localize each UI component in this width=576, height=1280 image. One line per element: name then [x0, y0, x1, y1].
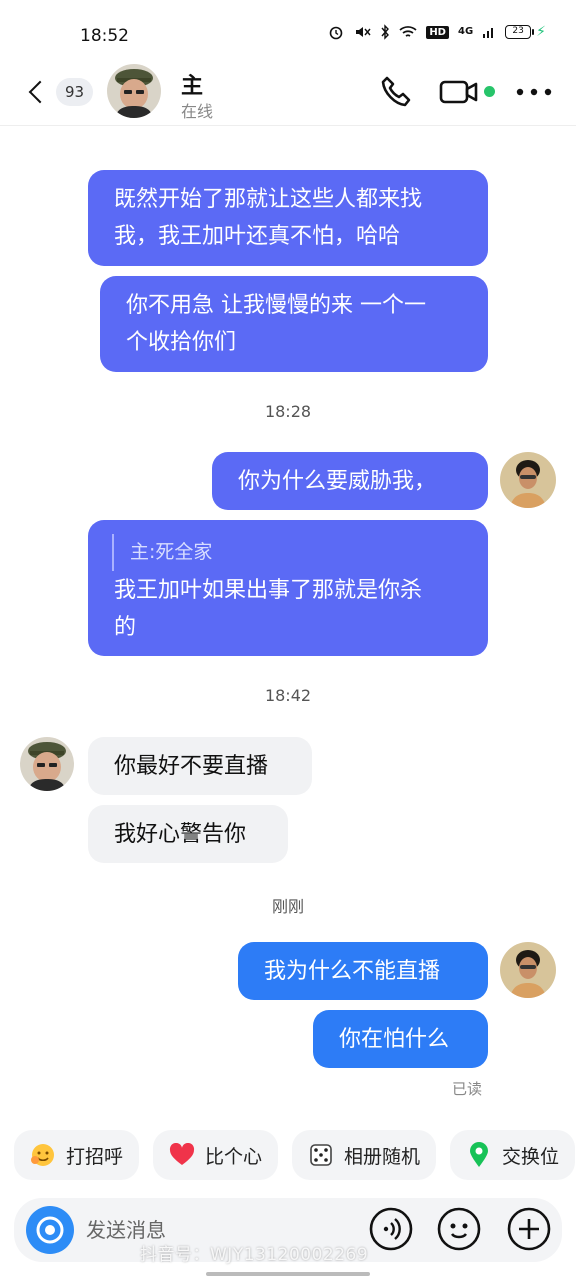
battery-level: 23 [505, 25, 532, 39]
voice-call-button[interactable] [378, 74, 414, 110]
message-bubble[interactable]: 你最好不要直播 [88, 737, 312, 795]
dice-icon [308, 1142, 334, 1168]
alarm-icon [330, 26, 343, 40]
camera-button[interactable] [26, 1206, 74, 1254]
contact-name: 主 [181, 74, 204, 99]
message-bubble[interactable]: 你在怕什么 [313, 1010, 488, 1068]
read-receipt: 已读 [452, 1080, 483, 1098]
heart-icon [169, 1142, 195, 1168]
message-bubble[interactable]: 你为什么要威胁我， [212, 452, 488, 510]
quick-actions: 打招呼 比个心 相册随机 交换位 [14, 1130, 576, 1180]
chip-send-heart[interactable]: 比个心 [153, 1130, 279, 1180]
smiley-icon [437, 1207, 481, 1251]
voice-wave-icon [369, 1207, 413, 1251]
message-bubble[interactable]: 你不用急 让我慢慢的来 一个一 个收拾你们 [100, 276, 488, 372]
chip-say-hello[interactable]: 打招呼 [14, 1130, 140, 1180]
network-type: 4G [457, 26, 474, 37]
status-bar: 18:52 HD 4G 23 ⚡ [0, 0, 576, 62]
charging-icon: ⚡ [536, 24, 546, 40]
battery-icon: 23 ⚡ [505, 24, 546, 40]
unread-count-badge: 93 [56, 78, 94, 106]
contact-avatar[interactable] [107, 64, 161, 118]
more-dots-icon [516, 88, 552, 96]
chip-exchange-location[interactable]: 交换位 [450, 1130, 576, 1180]
camera-icon [36, 1216, 64, 1244]
status-icons: HD 4G 23 ⚡ [328, 24, 546, 40]
signal-icon [483, 28, 494, 38]
add-attachment-button[interactable] [506, 1206, 552, 1252]
video-camera-icon [439, 80, 478, 104]
wave-emoji-icon [30, 1142, 56, 1168]
my-avatar[interactable] [500, 452, 556, 508]
home-indicator [206, 1272, 370, 1276]
message-bubble[interactable]: 既然开始了那就让这些人都来找 我，我王加叶还真不怕，哈哈 [88, 170, 488, 266]
timestamp: 18:42 [264, 686, 312, 705]
voice-message-button[interactable] [368, 1206, 414, 1252]
my-avatar[interactable] [500, 942, 556, 998]
contact-avatar[interactable] [20, 737, 74, 791]
timestamp: 刚刚 [271, 897, 304, 916]
location-pin-icon [466, 1142, 492, 1168]
mute-icon [356, 27, 371, 37]
online-dot [484, 86, 495, 97]
timestamp: 18:28 [264, 402, 312, 421]
bluetooth-icon [381, 24, 390, 40]
video-call-button[interactable] [438, 76, 480, 108]
emoji-button[interactable] [436, 1206, 482, 1252]
more-options-button[interactable] [514, 78, 554, 106]
quoted-reply: 主:死全家 [112, 534, 212, 571]
chip-random-album[interactable]: 相册随机 [292, 1130, 437, 1180]
douyin-watermark: 抖音号：WJY13120002269 [140, 1245, 369, 1265]
status-time: 18:52 [80, 26, 129, 46]
message-bubble[interactable]: 我好心警告你 [88, 805, 288, 863]
wifi-icon [399, 26, 417, 37]
plus-icon [507, 1207, 551, 1251]
chat-header: 93 主 在线 [0, 62, 576, 126]
hd-badge: HD [426, 25, 449, 39]
phone-icon [381, 76, 411, 107]
message-bubble[interactable]: 我为什么不能直播 [238, 942, 488, 1000]
back-button[interactable]: 93 [26, 74, 96, 110]
online-status: 在线 [181, 102, 214, 121]
quoted-message-bubble[interactable]: 主:死全家 我王加叶如果出事了那就是你杀 的 [88, 520, 488, 656]
back-chevron-icon [28, 80, 52, 104]
